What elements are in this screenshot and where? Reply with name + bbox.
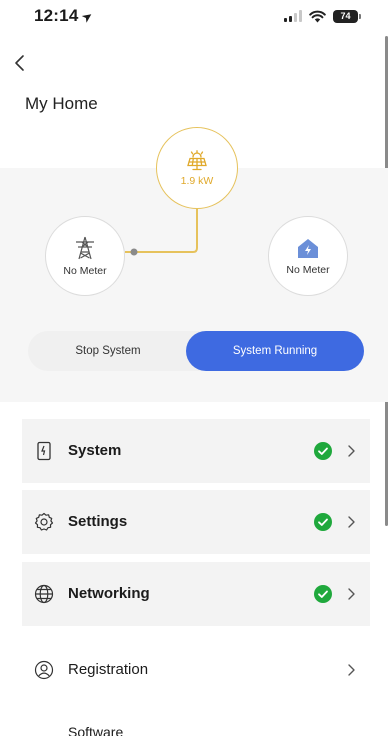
home-bolt-icon xyxy=(298,238,318,258)
chevron-right-icon xyxy=(348,588,355,600)
grid-meter-label: No Meter xyxy=(63,264,107,277)
menu-item-settings[interactable]: Settings xyxy=(22,490,370,554)
wifi-icon xyxy=(309,10,326,22)
chevron-right-icon xyxy=(348,516,355,528)
status-bar: 12:14➤ 74 xyxy=(0,0,388,34)
system-running-button[interactable]: System Running xyxy=(186,331,364,371)
back-chevron-icon xyxy=(15,55,24,71)
stop-system-button[interactable]: Stop System xyxy=(28,331,188,371)
battery-icon: 74 xyxy=(333,9,361,23)
power-tower-icon xyxy=(76,236,94,259)
back-button[interactable] xyxy=(10,50,32,76)
chevron-right-icon xyxy=(348,664,355,676)
check-circle-icon xyxy=(314,513,332,531)
menu-item-label: Settings xyxy=(68,513,128,530)
status-time: 12:14➤ xyxy=(34,6,97,26)
grid-node[interactable]: No Meter xyxy=(45,216,125,296)
solar-panel-icon xyxy=(187,149,207,170)
home-node[interactable]: No Meter xyxy=(268,216,348,296)
system-toggle: Stop System System Running xyxy=(28,331,364,371)
solar-power-value: 1.9 kW xyxy=(180,174,214,187)
clock-text: 12:14 xyxy=(34,6,79,25)
menu-item-label: Networking xyxy=(68,585,150,602)
battery-level: 74 xyxy=(340,10,351,21)
chevron-right-icon xyxy=(348,445,355,457)
globe-icon xyxy=(34,584,54,604)
inverter-icon xyxy=(37,441,51,461)
home-meter-label: No Meter xyxy=(286,263,330,276)
menu-item-software[interactable]: Software xyxy=(68,724,123,736)
page-title: My Home xyxy=(25,94,98,113)
location-arrow-icon: ➤ xyxy=(78,7,97,26)
user-circle-icon xyxy=(34,660,54,680)
check-circle-icon xyxy=(314,585,332,603)
solar-node[interactable]: 1.9 kW xyxy=(156,127,238,209)
status-icons: 74 xyxy=(284,8,361,24)
menu-item-label: Registration xyxy=(68,661,149,678)
menu-item-label: System xyxy=(68,442,122,459)
check-circle-icon xyxy=(314,442,332,460)
cellular-signal-icon xyxy=(284,10,302,22)
menu-item-system[interactable]: System xyxy=(22,419,370,483)
menu-item-networking[interactable]: Networking xyxy=(22,562,370,626)
menu-item-registration[interactable]: Registration xyxy=(22,638,370,702)
gear-icon xyxy=(34,512,54,531)
